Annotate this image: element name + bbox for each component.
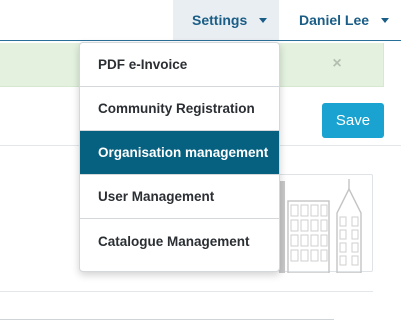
chevron-down-icon (381, 17, 390, 23)
user-name-label: Daniel Lee (299, 12, 370, 28)
menu-item-organisation-management[interactable]: Organisation management (80, 131, 279, 175)
settings-dropdown-menu: PDF e-Invoice Community Registration Org… (79, 42, 280, 272)
close-icon[interactable]: × (330, 56, 344, 72)
menu-item-user-management[interactable]: User Management (80, 175, 279, 219)
building-icon (279, 179, 362, 273)
user-menu-toggle[interactable]: Daniel Lee (284, 0, 401, 40)
menu-item-catalogue-management[interactable]: Catalogue Management (80, 219, 279, 264)
settings-menu-toggle[interactable]: Settings (173, 0, 279, 40)
organisation-logo-placeholder[interactable] (278, 174, 373, 273)
section-divider (0, 319, 334, 320)
top-navigation-bar: Settings Daniel Lee (0, 0, 401, 41)
settings-menu-label: Settings (192, 12, 248, 28)
menu-item-pdf-e-invoice[interactable]: PDF e-Invoice (80, 43, 279, 87)
chevron-down-icon (259, 17, 268, 23)
save-button[interactable]: Save (322, 103, 384, 138)
section-divider (0, 291, 373, 292)
menu-item-community-registration[interactable]: Community Registration (80, 87, 279, 131)
